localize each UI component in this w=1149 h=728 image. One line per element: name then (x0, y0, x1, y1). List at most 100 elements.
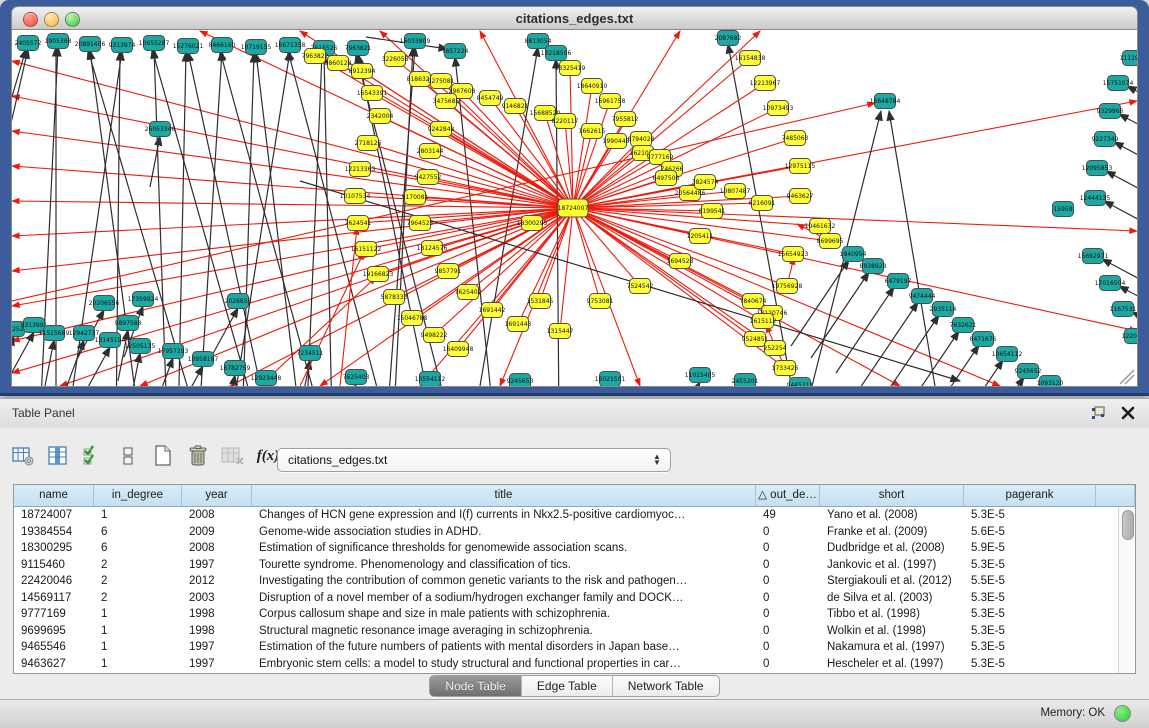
table-cell[interactable]: 0 (756, 656, 820, 673)
table-cell[interactable]: 5.3E-5 (964, 623, 1096, 640)
table-cell[interactable]: 5.5E-5 (964, 573, 1096, 590)
window-titlebar[interactable]: citations_edges.txt (11, 6, 1138, 31)
column-header[interactable]: pagerank (964, 485, 1096, 506)
table-row[interactable]: 1830029562008Estimation of significance … (14, 540, 1119, 557)
table-cell[interactable]: Estimation of the future numbers of pati… (252, 639, 756, 656)
table-cell[interactable]: Structural magnetic resonance image aver… (252, 623, 756, 640)
tab-edge-table[interactable]: Edge Table (522, 676, 613, 696)
table-cell[interactable]: 1997 (182, 557, 252, 574)
new-column-icon[interactable] (150, 444, 176, 468)
table-cell[interactable]: de Silva et al. (2003) (820, 590, 964, 607)
show-columns-icon[interactable] (45, 444, 71, 468)
table-cell[interactable]: 1997 (182, 639, 252, 656)
table-cell[interactable]: 0 (756, 557, 820, 574)
table-cell[interactable]: Hescheler et al. (1997) (820, 656, 964, 673)
table-cell[interactable]: 5.3E-5 (964, 656, 1096, 673)
table-cell[interactable]: Yano et al. (2008) (820, 507, 964, 524)
column-header[interactable]: short (820, 485, 964, 506)
memory-status-icon[interactable] (1114, 705, 1131, 722)
table-cell[interactable]: 1 (94, 507, 182, 524)
table-row[interactable]: 977716911998Corpus callosum shape and si… (14, 606, 1119, 623)
table-cell[interactable]: 2012 (182, 573, 252, 590)
close-panel-icon[interactable] (1121, 406, 1135, 420)
column-header[interactable]: △ out_de… (756, 485, 820, 506)
table-cell[interactable]: 5.9E-5 (964, 540, 1096, 557)
network-canvas[interactable]: 2405572190536820891406931397410655287152… (11, 29, 1138, 387)
table-row[interactable]: 946554611997Estimation of the future num… (14, 639, 1119, 656)
rows-icon[interactable] (115, 444, 141, 468)
table-cell[interactable]: 9777169 (14, 606, 94, 623)
table-cell[interactable]: 5.6E-5 (964, 524, 1096, 541)
table-cell[interactable]: Embryonic stem cells: a model to study s… (252, 656, 756, 673)
table-cell[interactable]: 1 (94, 606, 182, 623)
tab-node-table[interactable]: Node Table (430, 676, 522, 696)
table-cell[interactable]: 5.3E-5 (964, 639, 1096, 656)
column-header[interactable]: year (182, 485, 252, 506)
column-header[interactable]: name (14, 485, 94, 506)
table-row[interactable]: 911546021997Tourette syndrome. Phenomeno… (14, 557, 1119, 574)
table-cell[interactable]: 6 (94, 524, 182, 541)
table-select-dropdown[interactable]: citations_edges.txt ▲▼ (277, 448, 671, 472)
column-header[interactable]: title (252, 485, 756, 506)
table-row[interactable]: 1456911722003Disruption of a novel membe… (14, 590, 1119, 607)
table-cell[interactable]: 5.3E-5 (964, 590, 1096, 607)
table-scrollbar[interactable] (1118, 507, 1135, 673)
table-cell[interactable]: Jankovic et al. (1997) (820, 557, 964, 574)
table-cell[interactable]: 9463627 (14, 656, 94, 673)
table-mode-icon[interactable] (10, 444, 36, 468)
table-cell[interactable]: 0 (756, 639, 820, 656)
table-cell[interactable]: 2003 (182, 590, 252, 607)
table-cell[interactable]: 19384554 (14, 524, 94, 541)
table-cell[interactable]: 1 (94, 639, 182, 656)
table-cell[interactable]: 14569117 (14, 590, 94, 607)
table-cell[interactable]: 5.3E-5 (964, 507, 1096, 524)
select-checks-icon[interactable] (80, 444, 106, 468)
table-cell[interactable]: Nakamura et al. (1997) (820, 639, 964, 656)
table-cell[interactable]: 1998 (182, 606, 252, 623)
table-cell[interactable]: 5.3E-5 (964, 557, 1096, 574)
table-cell[interactable]: 0 (756, 590, 820, 607)
resize-grip-icon[interactable] (1120, 370, 1134, 384)
table-cell[interactable]: 2 (94, 573, 182, 590)
table-row[interactable]: 2242004622012Investigating the contribut… (14, 573, 1119, 590)
table-cell[interactable]: 0 (756, 540, 820, 557)
table-cell[interactable]: Franke et al. (2009) (820, 524, 964, 541)
table-cell[interactable]: 6 (94, 540, 182, 557)
tab-network-table[interactable]: Network Table (613, 676, 719, 696)
table-row[interactable]: 946362711997Embryonic stem cells: a mode… (14, 656, 1119, 673)
table-row[interactable]: 1872400712008Changes of HCN gene express… (14, 507, 1119, 524)
table-cell[interactable]: 1998 (182, 623, 252, 640)
table-cell[interactable]: Corpus callosum shape and size in male p… (252, 606, 756, 623)
table-cell[interactable]: 0 (756, 606, 820, 623)
network-graph[interactable]: 2405572190536820891406931397410655287152… (12, 30, 1137, 386)
table-cell[interactable]: Dudbridge et al. (2008) (820, 540, 964, 557)
table-cell[interactable]: 49 (756, 507, 820, 524)
table-cell[interactable]: Wolkin et al. (1998) (820, 623, 964, 640)
table-cell[interactable]: Tourette syndrome. Phenomenology and cla… (252, 557, 756, 574)
table-cell[interactable]: 9465546 (14, 639, 94, 656)
table-cell[interactable]: Tibbo et al. (1998) (820, 606, 964, 623)
table-scrollbar-thumb[interactable] (1122, 510, 1134, 540)
table-cell[interactable]: 9699695 (14, 623, 94, 640)
table-cell[interactable]: 5.3E-5 (964, 606, 1096, 623)
table-cell[interactable]: 2008 (182, 507, 252, 524)
table-cell[interactable]: 2 (94, 590, 182, 607)
table-row[interactable]: 969969511998Structural magnetic resonanc… (14, 623, 1119, 640)
table-cell[interactable]: Changes of HCN gene expression and I(f) … (252, 507, 756, 524)
table-cell[interactable]: 0 (756, 524, 820, 541)
table-cell[interactable]: 2009 (182, 524, 252, 541)
float-panel-icon[interactable] (1090, 405, 1107, 421)
table-cell[interactable]: 2008 (182, 540, 252, 557)
table-cell[interactable]: 22420046 (14, 573, 94, 590)
table-cell[interactable]: Stergiakouli et al. (2012) (820, 573, 964, 590)
table-row[interactable]: 1938455462009Genome-wide association stu… (14, 524, 1119, 541)
table-cell[interactable]: Genome-wide association studies in ADHD. (252, 524, 756, 541)
table-cell[interactable]: 0 (756, 573, 820, 590)
table-cell[interactable]: 18300295 (14, 540, 94, 557)
delete-table-icon[interactable] (220, 444, 246, 468)
table-cell[interactable]: Disruption of a novel member of a sodium… (252, 590, 756, 607)
table-cell[interactable]: 1 (94, 623, 182, 640)
table-cell[interactable]: 1997 (182, 656, 252, 673)
delete-column-icon[interactable] (185, 444, 211, 468)
table-cell[interactable]: Estimation of significance thresholds fo… (252, 540, 756, 557)
